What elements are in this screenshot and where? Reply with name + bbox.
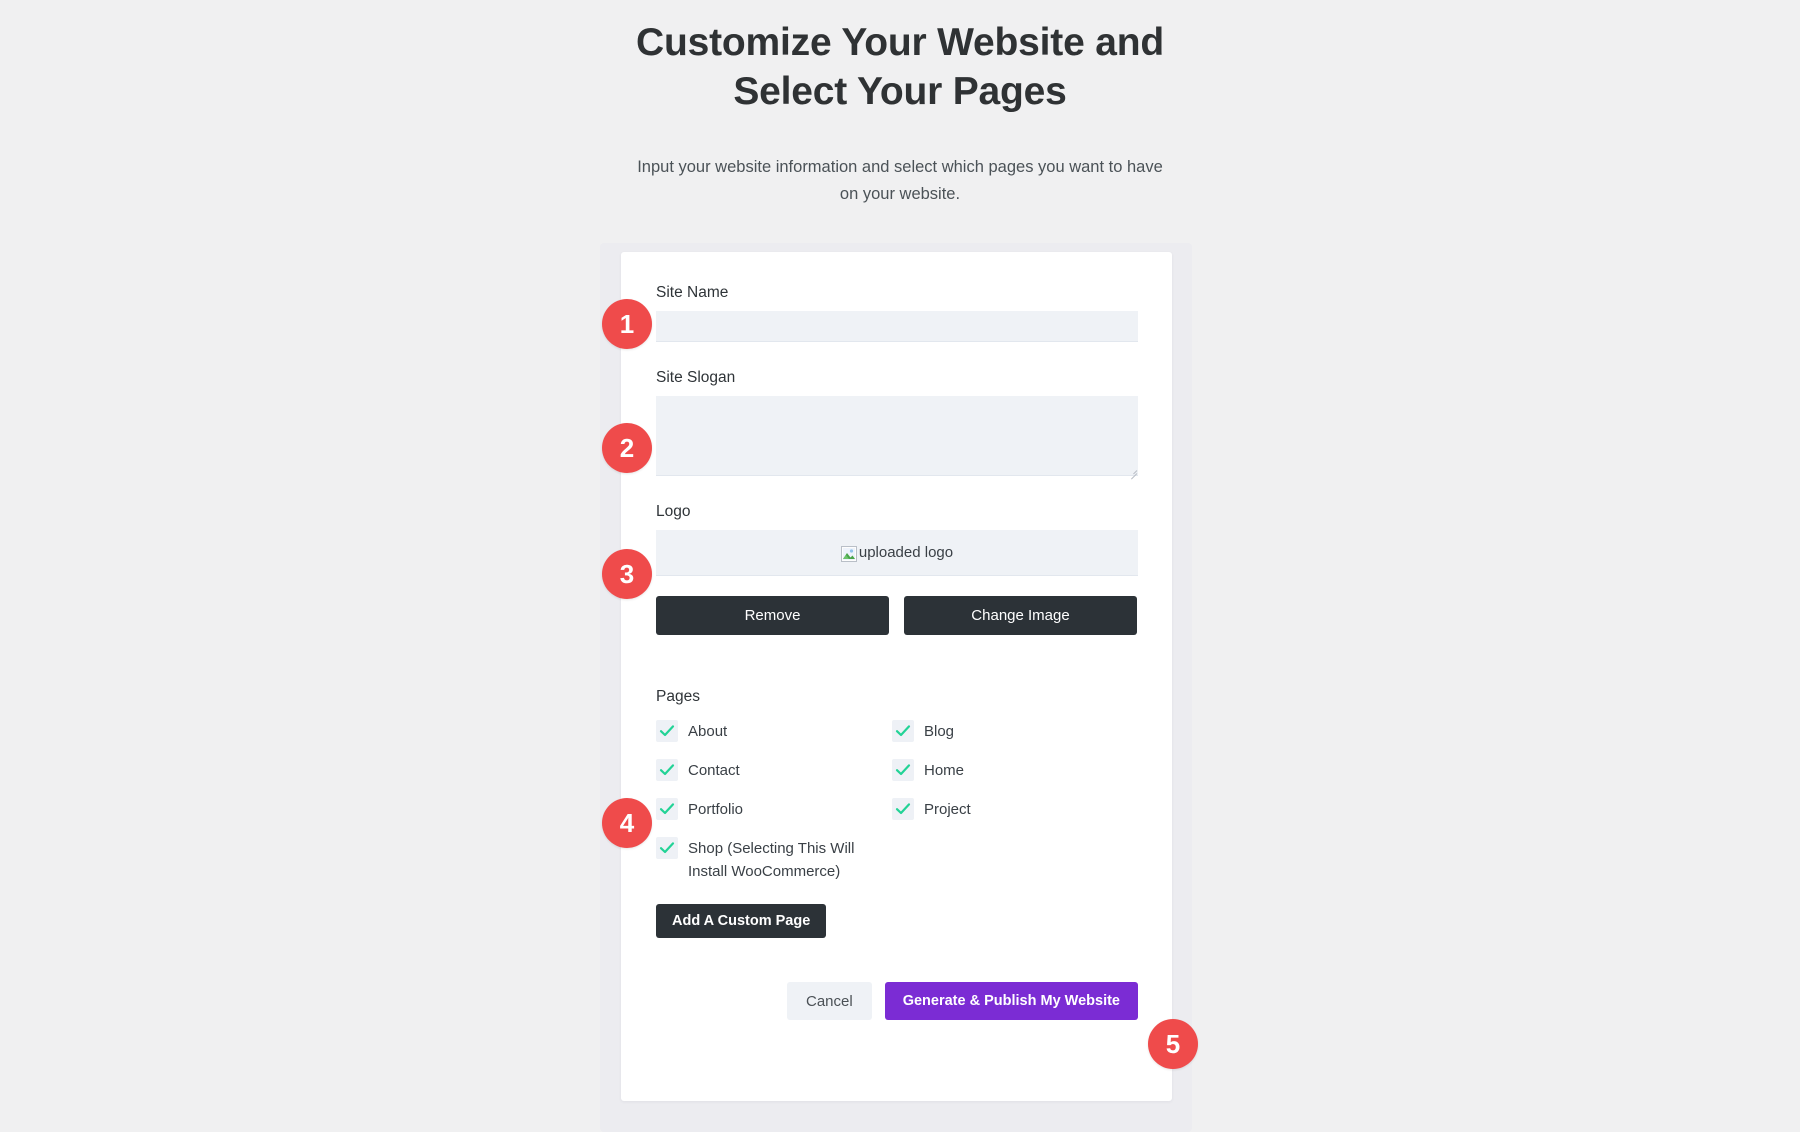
check-icon[interactable] [656, 759, 678, 781]
broken-image-icon [840, 545, 857, 562]
generate-publish-button[interactable]: Generate & Publish My Website [884, 982, 1138, 1020]
page-item-label: About [688, 723, 728, 740]
site-slogan-wrapper [656, 396, 1138, 480]
logo-alt-text: uploaded logo [858, 544, 954, 561]
step-badge-1: 1 [602, 299, 652, 349]
logo-field-group: Logo uploaded logo Remove Change Image [656, 503, 1138, 635]
page-checkbox-about[interactable]: About [656, 720, 892, 743]
page-item-label: Project [924, 801, 971, 818]
page-header: Customize Your Website and Select Your P… [0, 0, 1800, 208]
page-checkbox-project[interactable]: Project [892, 798, 1128, 821]
page-item-label: Portfolio [688, 801, 744, 818]
page-subtitle: Input your website information and selec… [637, 158, 1163, 203]
page-checkbox-home[interactable]: Home [892, 759, 1128, 782]
remove-logo-button[interactable]: Remove [656, 596, 889, 635]
add-custom-page-button[interactable]: Add A Custom Page [656, 904, 827, 938]
page-checkbox-portfolio[interactable]: Portfolio [656, 798, 892, 821]
check-icon[interactable] [656, 837, 678, 859]
page-checkbox-blog[interactable]: Blog [892, 720, 1128, 743]
logo-preview-box: uploaded logo [656, 530, 1138, 576]
page-item-label: Contact [688, 762, 740, 779]
check-icon[interactable] [656, 720, 678, 742]
step-badge-5: 5 [1148, 1019, 1198, 1069]
site-slogan-field-group: Site Slogan [656, 369, 1138, 480]
change-image-button[interactable]: Change Image [904, 596, 1137, 635]
card-content: Site Name Site Slogan Logo uploaded logo… [656, 284, 1138, 1020]
page-item-label: Shop (Selecting This Will Install WooCom… [688, 840, 855, 880]
page-title: Customize Your Website and Select Your P… [636, 21, 1164, 113]
check-icon[interactable] [892, 798, 914, 820]
pages-grid: About Blog Contact Home Portfolio Projec… [656, 720, 1138, 883]
card-footer: Cancel Generate & Publish My Website [656, 982, 1138, 1020]
site-slogan-label: Site Slogan [656, 369, 736, 386]
page-checkbox-contact[interactable]: Contact [656, 759, 892, 782]
check-icon[interactable] [892, 759, 914, 781]
step-badge-4: 4 [602, 798, 652, 848]
pages-section: Pages About Blog Contact Home Portfolio … [656, 688, 1138, 938]
step-badge-2: 2 [602, 423, 652, 473]
logo-label: Logo [656, 503, 691, 520]
pages-label: Pages [656, 688, 700, 705]
cancel-button[interactable]: Cancel [787, 982, 872, 1020]
check-icon[interactable] [892, 720, 914, 742]
page-item-label: Blog [924, 723, 955, 740]
step-badge-3: 3 [602, 549, 652, 599]
site-slogan-textarea[interactable] [656, 396, 1138, 476]
logo-button-row: Remove Change Image [656, 596, 1138, 635]
customize-website-card: Site Name Site Slogan Logo uploaded logo… [621, 252, 1172, 1101]
site-name-field-group: Site Name [656, 284, 1138, 342]
site-name-input[interactable] [656, 311, 1138, 342]
page-checkbox-shop[interactable]: Shop (Selecting This Will Install WooCom… [656, 837, 892, 883]
check-icon[interactable] [656, 798, 678, 820]
site-name-label: Site Name [656, 284, 729, 301]
page-item-label: Home [924, 762, 965, 779]
